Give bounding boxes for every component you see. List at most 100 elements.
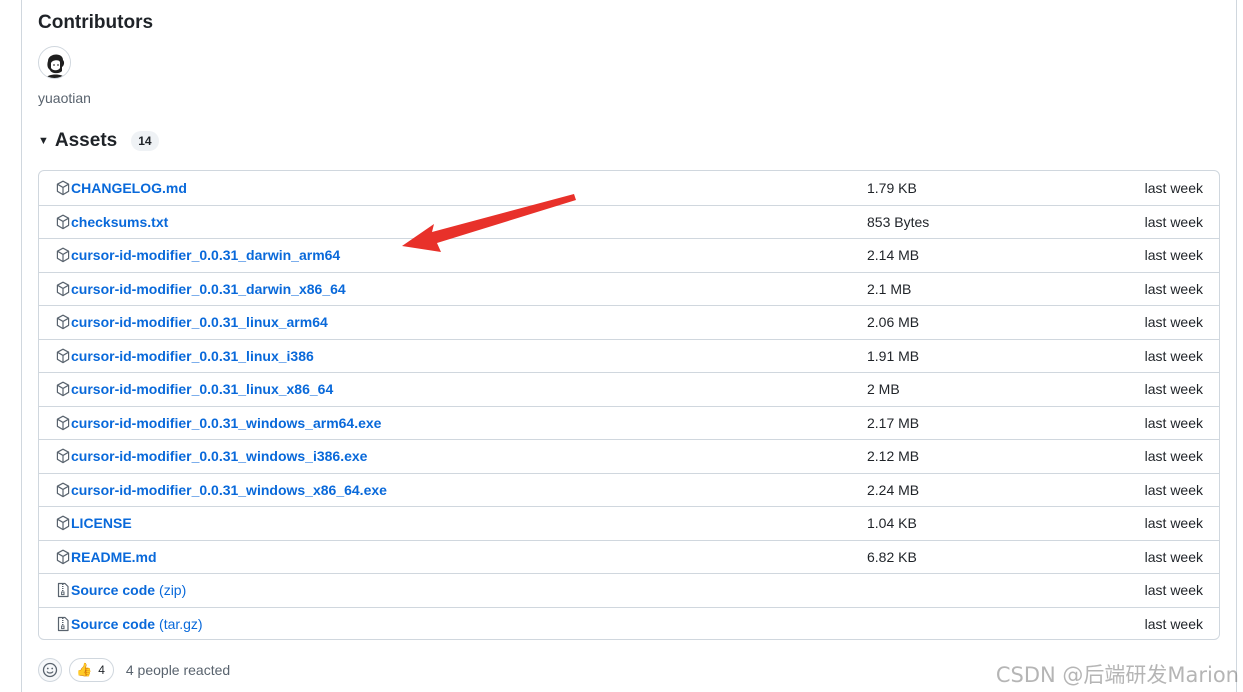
asset-name: cursor-id-modifier_0.0.31_windows_arm64.… (71, 414, 382, 431)
file-zip-icon (56, 616, 70, 632)
thumbs-up-count: 4 (98, 663, 105, 677)
asset-link[interactable]: cursor-id-modifier_0.0.31_windows_arm64.… (56, 415, 381, 431)
thumbs-up-icon: 👍 (76, 662, 93, 677)
asset-date: last week (1144, 515, 1203, 532)
asset-date: last week (1144, 615, 1203, 632)
asset-row: cursor-id-modifier_0.0.31_windows_arm64.… (39, 405, 1219, 440)
asset-link[interactable]: Source code (zip) (56, 582, 186, 598)
asset-date: last week (1144, 179, 1203, 196)
asset-row: LICENSE 1.04 KB last week (39, 506, 1219, 540)
asset-link[interactable]: CHANGELOG.md (56, 180, 187, 196)
asset-size: 2.17 MB (867, 414, 920, 431)
asset-row: cursor-id-modifier_0.0.31_windows_x86_64… (39, 472, 1219, 507)
smiley-icon (42, 662, 58, 678)
asset-date: last week (1144, 481, 1203, 498)
asset-row: CHANGELOG.md 1.79 KB last week (39, 171, 1219, 205)
asset-link[interactable]: checksums.txt (56, 214, 168, 230)
asset-size: 6.82 KB (867, 548, 917, 565)
asset-size: 2.12 MB (867, 448, 920, 465)
package-icon (56, 180, 70, 196)
asset-size: 2 MB (867, 381, 900, 398)
asset-name: cursor-id-modifier_0.0.31_linux_arm64 (71, 314, 328, 331)
asset-size: 1.91 MB (867, 347, 920, 364)
asset-size: 1.04 KB (867, 515, 917, 532)
package-icon (56, 247, 70, 263)
asset-size: 2.1 MB (867, 280, 912, 297)
asset-link[interactable]: cursor-id-modifier_0.0.31_linux_arm64 (56, 314, 328, 330)
package-icon (56, 448, 70, 464)
watermark: CSDN @后端研发Marion (995, 663, 1239, 687)
reactions-bar: 👍 4 4 people reacted (38, 657, 230, 683)
package-icon (56, 482, 70, 498)
asset-format: (zip) (159, 582, 187, 599)
asset-name: README.md (71, 548, 157, 565)
asset-name: cursor-id-modifier_0.0.31_linux_i386 (71, 347, 314, 364)
asset-name: cursor-id-modifier_0.0.31_darwin_x86_64 (71, 280, 346, 297)
asset-row: checksums.txt 853 Bytes last week (39, 204, 1219, 239)
asset-link[interactable]: cursor-id-modifier_0.0.31_linux_x86_64 (56, 381, 333, 397)
package-icon (56, 281, 70, 297)
asset-row: cursor-id-modifier_0.0.31_darwin_x86_64 2… (39, 271, 1219, 306)
file-zip-icon (56, 582, 70, 598)
caret-down-icon: ▼ (38, 135, 49, 147)
thumbs-up-reaction-button[interactable]: 👍 4 (69, 658, 114, 682)
asset-row: cursor-id-modifier_0.0.31_linux_x86_64 2 … (39, 372, 1219, 406)
asset-link[interactable]: cursor-id-modifier_0.0.31_windows_i386.e… (56, 448, 367, 464)
asset-size: 2.24 MB (867, 481, 920, 498)
asset-name: cursor-id-modifier_0.0.31_darwin_arm64 (71, 247, 341, 264)
asset-name: cursor-id-modifier_0.0.31_linux_x86_64 (71, 381, 334, 398)
asset-row: cursor-id-modifier_0.0.31_linux_arm64 2.0… (39, 305, 1219, 339)
asset-date: last week (1144, 314, 1203, 331)
asset-row: cursor-id-modifier_0.0.31_darwin_arm64 2.… (39, 238, 1219, 272)
asset-size: 2.06 MB (867, 314, 920, 331)
asset-size: 2.14 MB (867, 247, 920, 264)
asset-link[interactable]: Source code (tar.gz) (56, 616, 203, 632)
asset-date: last week (1144, 280, 1203, 297)
asset-format: (tar.gz) (159, 615, 203, 632)
asset-name: Source code (71, 582, 156, 599)
asset-date: last week (1144, 414, 1203, 431)
asset-link[interactable]: cursor-id-modifier_0.0.31_darwin_x86_64 (56, 281, 346, 297)
package-icon (56, 549, 70, 565)
asset-date: last week (1144, 247, 1203, 264)
assets-summary-toggle[interactable]: ▼ Assets 14 (38, 128, 159, 154)
assets-list: CHANGELOG.md 1.79 KB last week checksums.tx… (38, 170, 1220, 640)
package-icon (56, 348, 70, 364)
asset-date: last week (1144, 381, 1203, 398)
asset-name: Source code (71, 615, 156, 632)
asset-row: Source code (tar.gz) last week (39, 606, 1219, 640)
reactions-summary: 4 people reacted (125, 662, 231, 678)
assets-count-badge: 14 (131, 131, 159, 151)
asset-name: checksums.txt (71, 213, 169, 230)
asset-link[interactable]: cursor-id-modifier_0.0.31_linux_i386 (56, 348, 314, 364)
asset-size: 1.79 KB (867, 179, 917, 196)
avatar[interactable] (38, 46, 71, 79)
asset-row: cursor-id-modifier_0.0.31_windows_i386.e… (39, 439, 1219, 473)
asset-link[interactable]: cursor-id-modifier_0.0.31_darwin_arm64 (56, 247, 340, 263)
add-reaction-button[interactable] (38, 658, 62, 682)
asset-name: cursor-id-modifier_0.0.31_windows_x86_64… (71, 481, 387, 498)
contributor-name[interactable]: yuaotian (38, 90, 91, 106)
package-icon (56, 415, 70, 431)
package-icon (56, 214, 70, 230)
asset-name: LICENSE (71, 515, 132, 532)
asset-date: last week (1144, 213, 1203, 230)
package-icon (56, 314, 70, 330)
asset-row: cursor-id-modifier_0.0.31_linux_i386 1.91… (39, 338, 1219, 373)
package-icon (56, 515, 70, 531)
asset-row: Source code (zip) last week (39, 573, 1219, 607)
asset-date: last week (1144, 548, 1203, 565)
asset-row: README.md 6.82 KB last week (39, 539, 1219, 574)
asset-link[interactable]: README.md (56, 549, 157, 565)
assets-heading: Assets (54, 130, 118, 151)
asset-name: cursor-id-modifier_0.0.31_windows_i386.e… (71, 448, 368, 465)
package-icon (56, 381, 70, 397)
asset-size: 853 Bytes (867, 213, 930, 230)
asset-link[interactable]: cursor-id-modifier_0.0.31_windows_x86_64… (56, 482, 387, 498)
contributors-heading: Contributors (38, 12, 154, 33)
asset-date: last week (1144, 448, 1203, 465)
asset-date: last week (1144, 582, 1203, 599)
asset-link[interactable]: LICENSE (56, 515, 132, 531)
asset-date: last week (1144, 347, 1203, 364)
asset-name: CHANGELOG.md (71, 179, 187, 196)
